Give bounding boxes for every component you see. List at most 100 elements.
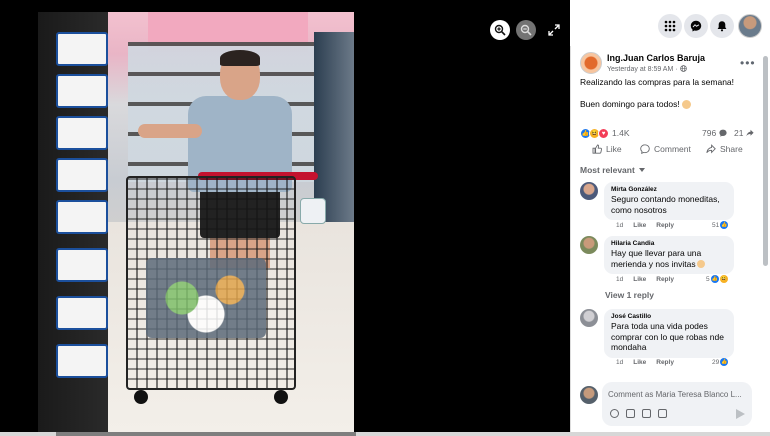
messenger-icon: [690, 20, 702, 32]
post-timestamp[interactable]: Yesterday at 8:59 AM ·: [607, 65, 687, 73]
photo-person-arm: [138, 124, 202, 138]
send-icon[interactable]: [736, 409, 745, 419]
comment-text: Seguro contando moneditas, como nosotros: [611, 194, 720, 215]
post-author[interactable]: Ing.Juan Carlos Baruja: [607, 53, 705, 63]
photo-bucket: [300, 198, 326, 224]
love-icon: ♥: [598, 128, 609, 139]
panel-scrollbar[interactable]: [763, 56, 768, 266]
gif-icon[interactable]: [642, 409, 651, 418]
hand-emoji-icon: [696, 260, 705, 269]
comment-reaction-count: 5: [706, 275, 710, 283]
like-button[interactable]: Like: [592, 144, 622, 154]
comment-input[interactable]: Comment as Maria Teresa Blanco L...: [602, 382, 752, 426]
comment-like-button[interactable]: Like: [633, 359, 646, 366]
comment-label: Comment: [654, 144, 691, 154]
comment-meta: 1d Like Reply: [616, 359, 674, 366]
zoom-in-icon: [494, 24, 506, 36]
photo-cart-wheel: [134, 390, 148, 404]
photo-viewer: [0, 0, 570, 432]
post-header: Ing.Juan Carlos Baruja Yesterday at 8:59…: [580, 52, 765, 78]
comment-reply-button[interactable]: Reply: [656, 222, 674, 229]
comment-icon: [640, 144, 650, 154]
top-navigation: [570, 0, 770, 46]
post-actions: Like Comment Share: [580, 144, 762, 160]
share-count-value[interactable]: 21: [734, 128, 743, 138]
photo-product: [56, 248, 108, 282]
chevron-down-icon: [638, 168, 645, 172]
photo-product: [56, 74, 108, 108]
bell-icon: [717, 21, 727, 32]
comment-reaction-count: 29: [712, 358, 720, 366]
comment-filter-label: Most relevant: [580, 165, 635, 175]
more-options-icon[interactable]: •••: [740, 56, 756, 70]
photo-left-shelf: [38, 12, 108, 432]
comment-bubble: Hilaria Candia Hay que llevar para una m…: [604, 236, 734, 274]
comment-text-content: Hay que llevar para una merienda y nos i…: [611, 248, 702, 269]
comment-meta: 1d Like Reply: [616, 276, 674, 283]
commenter-avatar[interactable]: [580, 236, 598, 254]
comment-button[interactable]: Comment: [640, 144, 691, 154]
zoom-out-button[interactable]: [516, 20, 536, 40]
commenter-avatar[interactable]: [580, 309, 598, 327]
reaction-icons[interactable]: 👍 😆 ♥: [580, 128, 609, 139]
comment-reply-button[interactable]: Reply: [656, 276, 674, 283]
photo-person-hair: [220, 50, 260, 66]
globe-icon: [679, 65, 687, 72]
like-label: Like: [606, 144, 622, 154]
comment-reactions[interactable]: 29 👍: [712, 358, 729, 366]
zoom-out-icon: [520, 24, 532, 36]
post-side-panel: Ing.Juan Carlos Baruja Yesterday at 8:59…: [570, 46, 770, 436]
commenter-name[interactable]: Hilaria Candia: [611, 240, 727, 247]
camera-icon[interactable]: [626, 409, 635, 418]
commenter-name[interactable]: Mirta González: [611, 186, 727, 193]
comment-time[interactable]: 1d: [616, 359, 623, 366]
commenter-name[interactable]: José Castillo: [611, 313, 727, 320]
photo-product: [56, 200, 108, 234]
like-icon: 👍: [720, 221, 729, 229]
post-time-text[interactable]: Yesterday at 8:59 AM: [607, 66, 673, 73]
post-text-line2: Buen domingo para todos!: [580, 99, 691, 110]
post-photo[interactable]: [38, 12, 354, 432]
post-stats: 👍 😆 ♥ 1.4K 796 21: [580, 127, 762, 141]
author-avatar[interactable]: [580, 52, 602, 74]
comment-time[interactable]: 1d: [616, 222, 623, 229]
comment-meta: 1d Like Reply: [616, 222, 674, 229]
messenger-button[interactable]: [684, 14, 708, 38]
current-user-avatar: [580, 386, 598, 404]
comment-composer: Comment as Maria Teresa Blanco L...: [580, 382, 762, 426]
post-text-line2-content: Buen domingo para todos!: [580, 99, 680, 109]
comment-reply-button[interactable]: Reply: [656, 359, 674, 366]
comment-bubble: Mirta González Seguro contando moneditas…: [604, 182, 734, 220]
comment-like-button[interactable]: Like: [633, 276, 646, 283]
sticker-icon[interactable]: [658, 409, 667, 418]
photo-product: [56, 116, 108, 150]
share-count[interactable]: 21: [734, 128, 754, 138]
comment-reactions[interactable]: 51 👍: [712, 221, 729, 229]
share-button[interactable]: Share: [706, 144, 743, 154]
comment-time[interactable]: 1d: [616, 276, 623, 283]
comment-filter-dropdown[interactable]: Most relevant: [580, 165, 645, 175]
menu-button[interactable]: [658, 14, 682, 38]
facebook-photo-viewer: Ing.Juan Carlos Baruja Yesterday at 8:59…: [0, 0, 770, 436]
photo-product: [56, 32, 108, 66]
like-icon: 👍: [720, 358, 729, 366]
comment-count-value[interactable]: 796: [702, 128, 716, 138]
comment-input-placeholder: Comment as Maria Teresa Blanco L...: [608, 390, 742, 399]
account-avatar[interactable]: [738, 14, 762, 38]
notifications-button[interactable]: [710, 14, 734, 38]
zoom-in-button[interactable]: [490, 20, 510, 40]
photo-cart-wheel: [274, 390, 288, 404]
commenter-avatar[interactable]: [580, 182, 598, 200]
comment-reactions[interactable]: 5 👍 😆: [706, 275, 728, 283]
reaction-count[interactable]: 1.4K: [612, 128, 630, 138]
horizontal-scrollbar[interactable]: [0, 432, 770, 436]
view-replies-link[interactable]: View 1 reply: [605, 290, 654, 300]
comment-like-button[interactable]: Like: [633, 222, 646, 229]
emoji-icon[interactable]: [610, 409, 619, 418]
share-arrow-icon: [746, 129, 754, 137]
grid-menu-icon: [664, 20, 676, 32]
scrollbar-thumb[interactable]: [56, 432, 356, 436]
fullscreen-button[interactable]: [544, 20, 564, 40]
comment-count[interactable]: 796: [702, 128, 727, 138]
thumbs-up-icon: [592, 144, 602, 154]
